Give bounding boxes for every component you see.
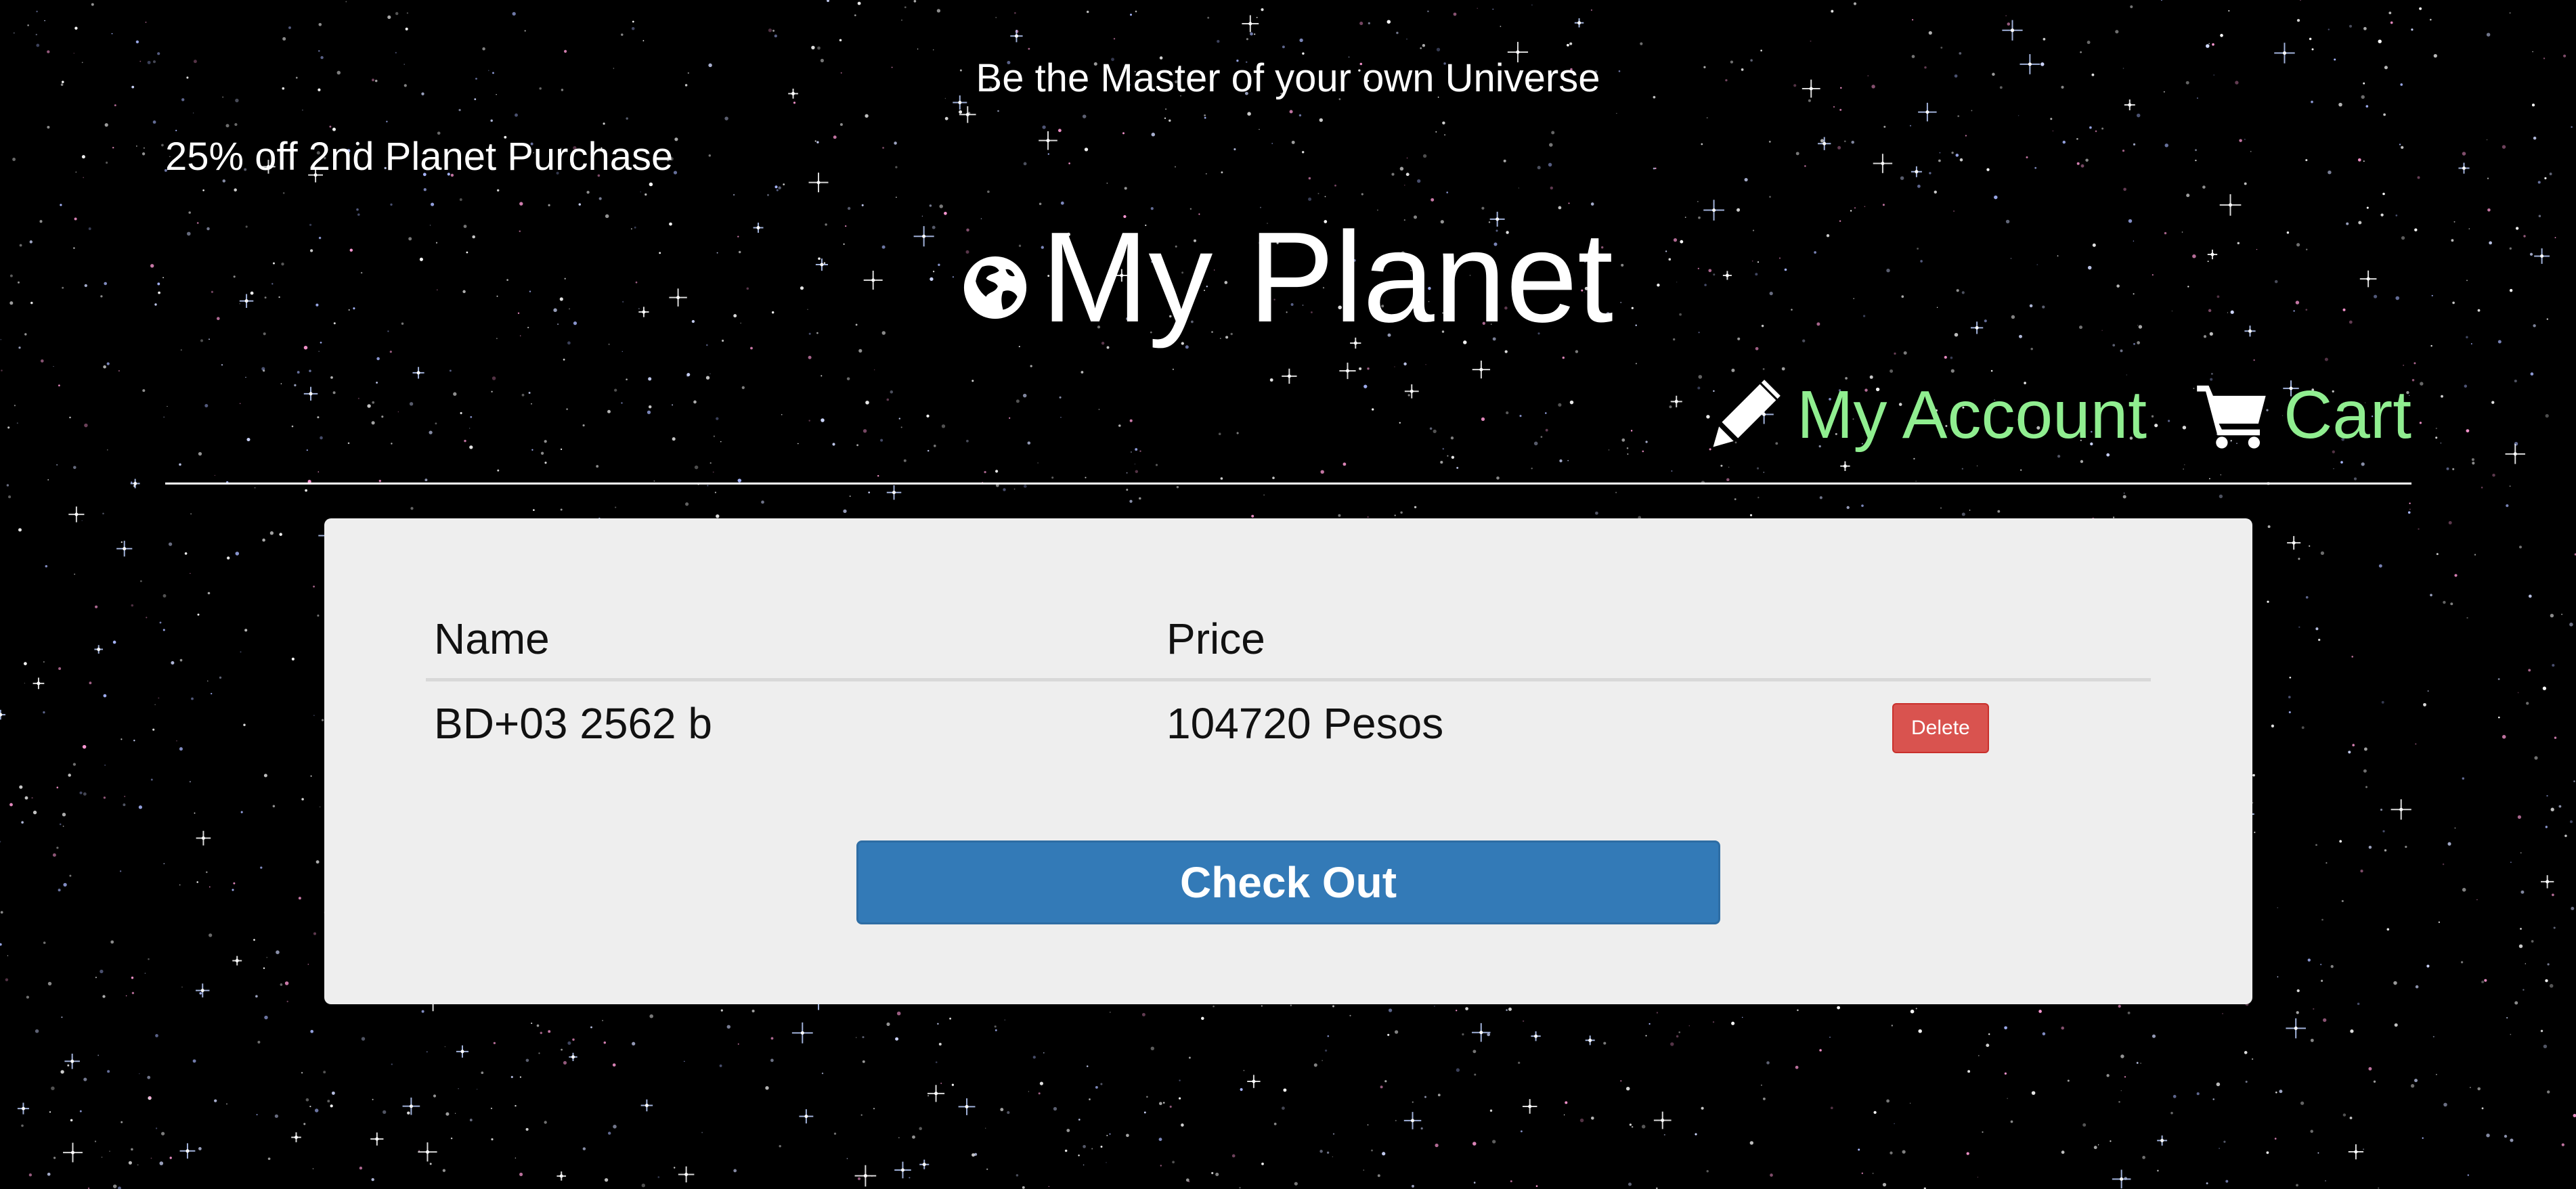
promo-banner: 25% off 2nd Planet Purchase	[165, 135, 674, 179]
cart-table: Name Price BD+03 2562 b 104720 Pesos Del…	[426, 600, 2151, 765]
table-header-row: Name Price	[426, 600, 2151, 681]
cart-label: Cart	[2284, 377, 2411, 453]
top-nav: My Account Cart	[1709, 371, 2411, 459]
site-title: My Planet	[1041, 206, 1613, 349]
header-divider	[165, 483, 2411, 485]
globe-icon	[964, 256, 1027, 319]
delete-button[interactable]: Delete	[1892, 702, 1989, 753]
column-header-price: Price	[1158, 600, 1884, 681]
cart-link[interactable]: Cart	[2196, 371, 2411, 459]
tagline: Be the Master of your own Universe	[976, 56, 1600, 100]
checkout-button[interactable]: Check Out	[856, 840, 1720, 924]
my-account-link[interactable]: My Account	[1709, 371, 2147, 459]
shopping-cart-icon	[2197, 385, 2266, 449]
cart-panel: Name Price BD+03 2562 b 104720 Pesos Del…	[324, 518, 2252, 1004]
cart-item-name: BD+03 2562 b	[434, 699, 712, 748]
pencil-icon	[1713, 380, 1781, 447]
column-header-actions	[1884, 600, 2151, 681]
cart-item-price: 104720 Pesos	[1166, 699, 1444, 748]
table-row: BD+03 2562 b 104720 Pesos Delete	[426, 680, 2151, 766]
brand-header: My Planet	[0, 203, 2576, 352]
my-account-label: My Account	[1797, 377, 2147, 453]
column-header-name: Name	[426, 600, 1158, 681]
cart-item-actions: Delete	[1884, 680, 2151, 766]
